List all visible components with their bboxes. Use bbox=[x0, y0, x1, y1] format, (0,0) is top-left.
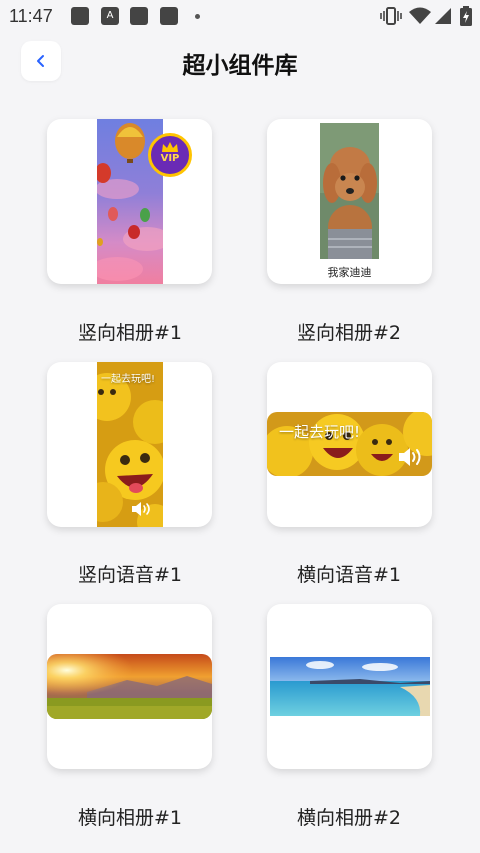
voice-overlay-text: 一起去玩吧! bbox=[101, 374, 156, 385]
notification-icon bbox=[130, 7, 148, 25]
page-title: 超小组件库 bbox=[182, 53, 298, 79]
speaker-icon bbox=[399, 448, 421, 466]
widget-card-vertical-album-1[interactable]: VIP bbox=[47, 119, 212, 284]
voice-overlay-text: 一起去玩吧! bbox=[279, 423, 361, 441]
vibrate-icon bbox=[380, 7, 402, 25]
widget-card-vertical-voice-1[interactable]: 一起去玩吧! bbox=[47, 362, 212, 527]
status-time: 11:47 bbox=[9, 6, 53, 26]
crown-icon bbox=[162, 142, 178, 152]
widget-card-horizontal-album-1[interactable] bbox=[47, 604, 212, 769]
widget-card-vertical-album-2[interactable]: 我家迪迪 bbox=[267, 119, 432, 284]
dog-photo bbox=[320, 123, 379, 259]
header: 超小组件库 bbox=[0, 32, 480, 90]
vip-badge: VIP bbox=[148, 133, 192, 177]
battery-charging-icon bbox=[460, 6, 472, 26]
wifi-icon bbox=[409, 7, 431, 24]
notification-icon bbox=[71, 7, 89, 25]
widget-caption: 竖向语音#1 bbox=[77, 564, 182, 586]
notification-a-icon: A bbox=[101, 7, 119, 25]
widget-caption: 横向相册#1 bbox=[77, 807, 182, 829]
photo-label: 我家迪迪 bbox=[327, 266, 372, 279]
widget-caption: 横向相册#2 bbox=[296, 807, 401, 829]
status-bar: 11:47 A bbox=[0, 0, 480, 32]
beach-photo bbox=[270, 657, 430, 716]
widget-caption: 竖向相册#1 bbox=[77, 322, 182, 344]
widget-card-horizontal-voice-1[interactable]: 一起去玩吧! bbox=[267, 362, 432, 527]
notification-icon bbox=[160, 7, 178, 25]
sunset-photo bbox=[47, 654, 212, 719]
more-notifications-icon bbox=[195, 14, 200, 19]
vip-label: VIP bbox=[160, 153, 180, 164]
widget-caption: 竖向相册#2 bbox=[296, 322, 401, 344]
widget-card-horizontal-album-2[interactable] bbox=[267, 604, 432, 769]
widget-caption: 横向语音#1 bbox=[296, 564, 401, 586]
emoji-photo bbox=[97, 362, 163, 527]
speaker-icon bbox=[132, 502, 150, 516]
signal-icon bbox=[435, 8, 451, 24]
